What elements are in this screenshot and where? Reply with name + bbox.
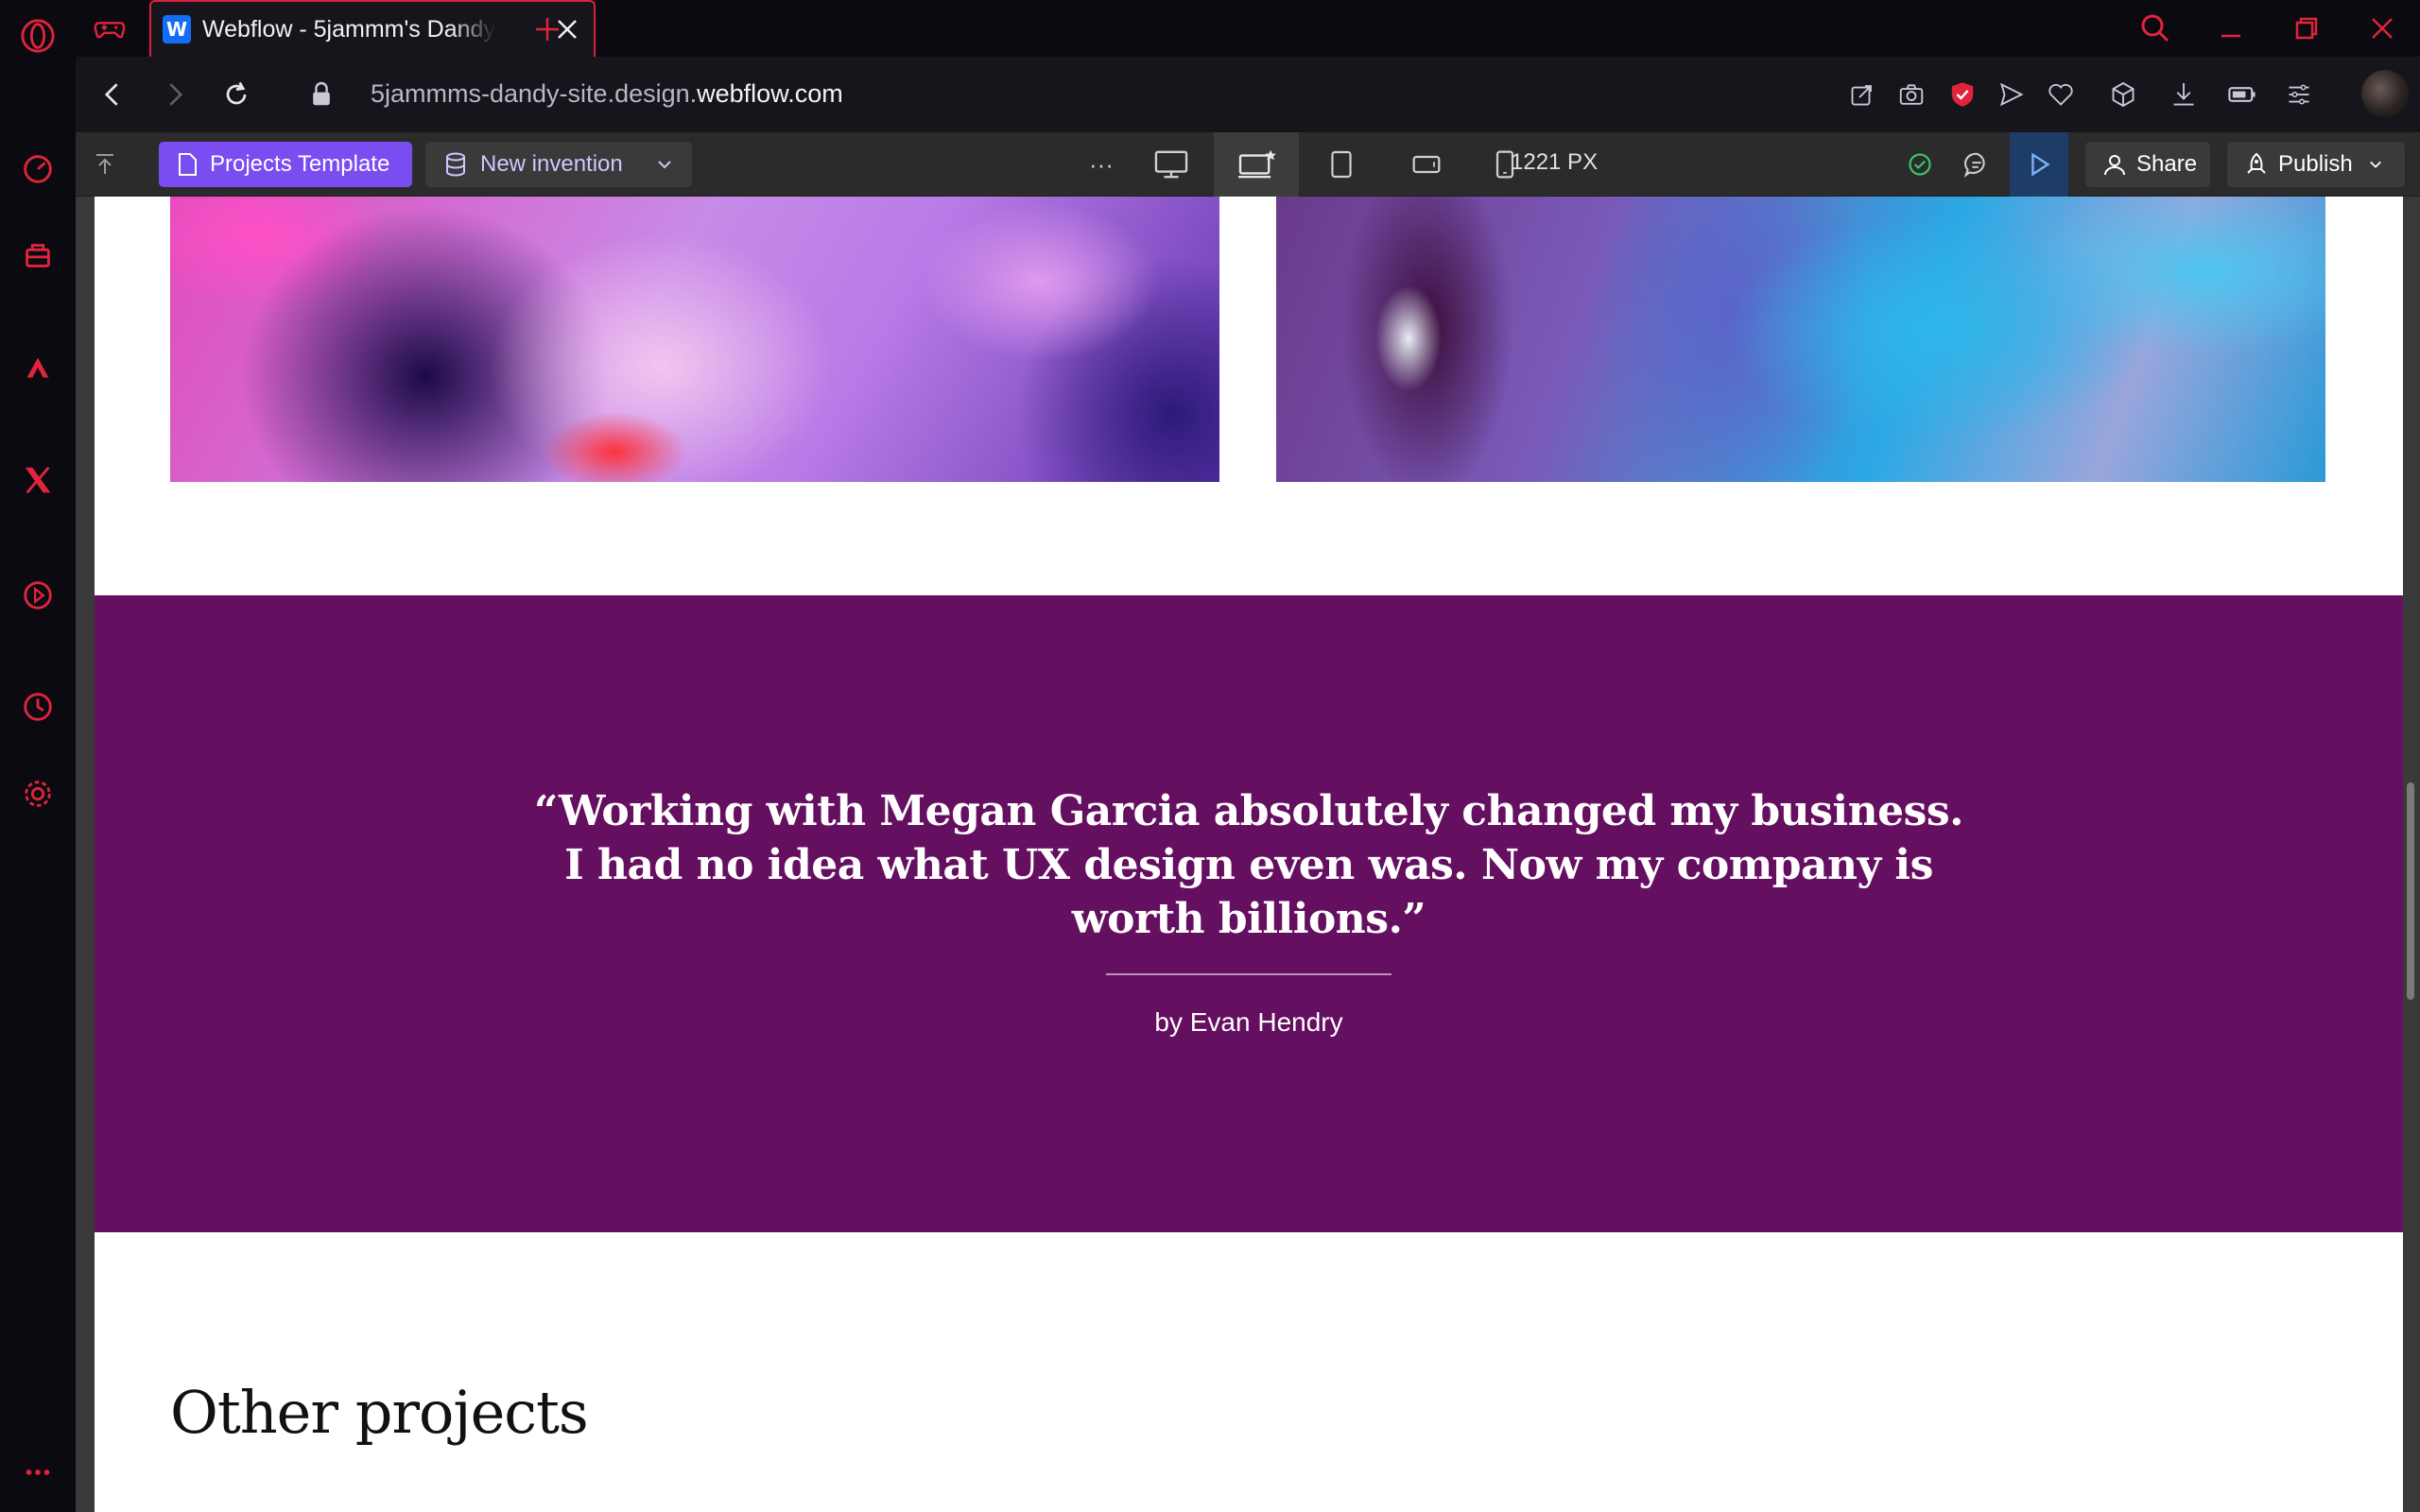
lock-icon[interactable] [302,76,340,113]
collection-item-label: New invention [480,151,623,177]
quote-divider [1106,973,1392,975]
preview-button[interactable] [2010,132,2068,197]
download-icon[interactable] [2165,76,2203,113]
play-icon [2031,152,2050,177]
speed-dial-icon[interactable] [19,149,57,187]
collection-item-selector[interactable]: New invention [425,142,692,187]
designer-canvas: “Working with Megan Garcia absolutely ch… [76,197,2420,1512]
game-controller-icon[interactable] [91,9,129,47]
desktop-breakpoint-icon[interactable] [1138,132,1204,197]
opera-logo-icon[interactable] [19,17,57,55]
more-icon[interactable] [19,1453,57,1491]
share-page-icon[interactable] [1843,76,1881,113]
comments-icon[interactable] [1953,132,2000,197]
extensions-cube-icon[interactable] [2104,76,2142,113]
x-twitter-icon[interactable] [19,461,57,499]
webflow-favicon-icon: W [163,15,191,43]
site-page: “Working with Megan Garcia absolutely ch… [95,197,2403,1512]
back-arrow-icon [104,83,118,106]
tab-title: Webflow - 5jammm's Dandy Site [202,15,495,43]
heart-icon[interactable] [2042,76,2080,113]
history-icon[interactable] [19,688,57,726]
base-breakpoint-icon[interactable] [1214,132,1299,197]
url-domain: webflow.com [697,79,843,108]
new-tab-icon[interactable] [531,13,563,45]
send-icon[interactable] [1993,76,2031,113]
url-field[interactable]: 5jammms-dandy-site.design.webflow.com [371,79,843,109]
search-tabs-icon[interactable] [2138,11,2172,45]
more-options-button[interactable]: ··· [1078,132,1125,197]
url-prefix: 5jammms-dandy-site.design. [371,79,698,108]
page-selector-label: Projects Template [210,151,390,177]
user-icon [2104,155,2125,176]
address-bar: 5jammms-dandy-site.design.webflow.com [76,57,2420,132]
rocket-icon [2247,152,2266,174]
share-button[interactable]: Share [2085,142,2210,187]
page-selector-button[interactable]: Projects Template [159,142,412,187]
project-image-marble[interactable] [1276,197,2325,482]
status-check-icon [1896,132,1944,197]
webflow-toolbar: Projects Template New invention ··· 1221… [76,132,2420,197]
canvas-width-readout: 1221 PX [1511,149,1599,175]
camera-icon[interactable] [1893,76,1930,113]
share-label: Share [2136,151,2198,177]
canvas-scrollbar[interactable] [2407,782,2414,1000]
forward-button[interactable] [155,76,193,113]
other-projects-heading: Other projects [170,1378,589,1447]
reload-button[interactable] [217,76,255,113]
active-tab[interactable]: W Webflow - 5jammm's Dandy Site [149,0,596,57]
close-window-icon[interactable] [2365,11,2399,45]
shopping-icon[interactable] [19,236,57,274]
back-button[interactable] [95,76,132,113]
minimize-icon[interactable] [2214,11,2248,45]
forward-arrow-icon [169,83,183,106]
database-icon [446,152,465,177]
restore-icon[interactable] [2290,11,2324,45]
player-icon[interactable] [19,576,57,614]
project-image-crystal[interactable] [170,197,1219,482]
chevron-down-icon [658,161,671,169]
testimonial-quote: “Working with Megan Garcia absolutely ch… [534,787,1963,943]
profile-avatar[interactable] [2361,70,2409,117]
page-icon [179,153,197,176]
publish-label: Publish [2278,151,2353,177]
battery-icon[interactable] [2223,76,2261,113]
settings-icon[interactable] [19,775,57,813]
tab-strip: W Webflow - 5jammm's Dandy Site [76,0,2420,57]
aria-icon[interactable] [19,350,57,387]
testimonial-author: by Evan Hendry [1154,1007,1343,1037]
tablet-breakpoint-icon[interactable] [1308,132,1374,197]
chevron-down-icon [2369,161,2381,168]
easy-setup-icon[interactable] [2280,76,2318,113]
collapse-toolbar-icon[interactable] [89,147,121,180]
testimonial-section: “Working with Megan Garcia absolutely ch… [95,595,2403,1232]
reload-icon [226,81,247,105]
browser-sidebar [0,0,76,1512]
adblock-shield-icon[interactable] [1944,76,1981,113]
mobile-landscape-breakpoint-icon[interactable] [1393,132,1460,197]
publish-button[interactable]: Publish [2227,142,2405,187]
